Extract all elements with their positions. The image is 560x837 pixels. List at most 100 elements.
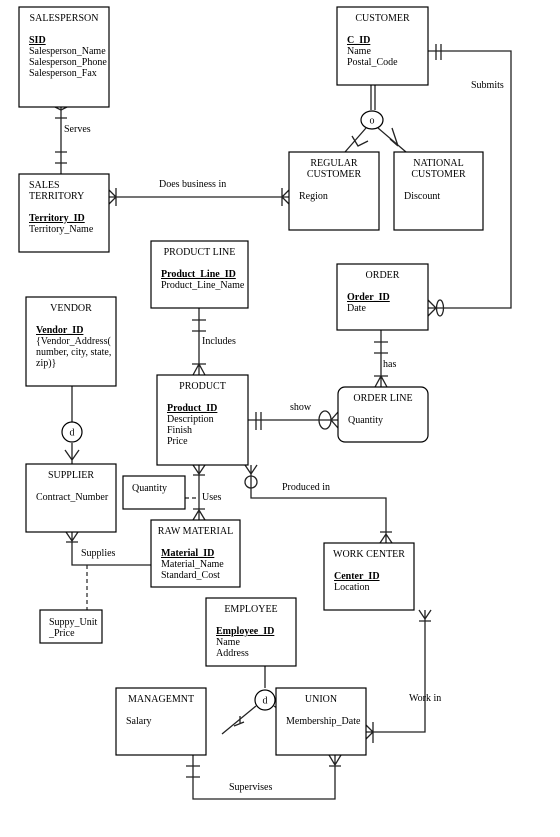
primary-key: Product_ID [167, 403, 217, 414]
relationship-label-uses: Uses [202, 492, 222, 503]
entity-national-customer[interactable]: NATIONALCUSTOMER Discount [393, 151, 484, 231]
relationship-label-has: has [383, 359, 396, 370]
primary-key: Vendor_ID [36, 325, 83, 336]
entity-title: SALESPERSON [30, 13, 99, 24]
attribute: Discount [404, 191, 440, 202]
attribute: _Price [48, 628, 75, 639]
entity-supplier[interactable]: SUPPLIER Contract_Number [25, 463, 117, 533]
primary-key: C_ID [347, 35, 370, 46]
attribute: Salesperson_Name [29, 46, 106, 57]
entity-title: RAW MATERIAL [158, 526, 233, 537]
attribute: Quantity [132, 483, 167, 494]
attribute: Location [334, 582, 370, 593]
entity-title: VENDOR [50, 303, 92, 314]
relationship-label-supervises: Supervises [229, 782, 272, 793]
attribute: {Vendor_Address( [36, 336, 111, 347]
vendor-subtype-symbol: d [61, 421, 83, 443]
attribute: Salesperson_Phone [29, 57, 107, 68]
entity-order-line[interactable]: ORDER LINE Quantity [337, 386, 429, 443]
primary-key: Product_Line_ID [161, 269, 236, 280]
attribute: Name [216, 637, 240, 648]
subtype-letter: d [263, 696, 268, 707]
entity-title: NATIONAL [413, 158, 464, 169]
attribute: Salary [126, 716, 152, 727]
entity-title: WORK CENTER [333, 549, 405, 560]
er-diagram: SALESPERSON SID Salesperson_Name Salesperso… [0, 0, 560, 837]
attribute: Price [167, 436, 188, 447]
entity-title: SUPPLIER [48, 470, 94, 481]
entity-raw-material[interactable]: RAW MATERIAL Material_IDMaterial_NameStan… [150, 519, 241, 588]
entity-title: MANAGEMNT [128, 694, 194, 705]
relationship-label-serves: Serves [64, 124, 91, 135]
er-diagram-canvas: SALESPERSONSIDSalesperson_NameSalesperso… [18, 6, 512, 800]
entity-employee[interactable]: EMPLOYEE Employee_IDNameAddress [205, 597, 297, 667]
attribute: Salesperson_Fax [29, 68, 97, 79]
entity-title: CUSTOMER [355, 13, 410, 24]
entity-title: UNION [305, 694, 337, 705]
entity-order[interactable]: ORDER Order_IDDate [336, 263, 429, 331]
entity-regular-customer[interactable]: REGULARCUSTOMER Region [288, 151, 380, 231]
employee-subtype-symbol: d [254, 689, 276, 711]
entity-product[interactable]: PRODUCT Product_IDDescriptionFinishPrice [156, 374, 249, 466]
attribute: Name [347, 46, 371, 57]
attribute: zip)} [36, 358, 56, 369]
relationship-label-work-in: Work in [409, 693, 441, 704]
relationship-label-show: show [290, 402, 312, 413]
entity-union[interactable]: UNION Membership_Date [275, 687, 367, 756]
relationship-label-includes: Includes [202, 336, 236, 347]
entity-work-center[interactable]: WORK CENTER Center_IDLocation [323, 542, 415, 611]
attribute: Product_Line_Name [161, 280, 245, 291]
subtype-letter: d [70, 428, 75, 439]
attribute: Territory_Name [29, 224, 94, 235]
supplies-price-attribute: Suppy_Unit_Price [39, 609, 103, 644]
entity-title: PRODUCT [179, 381, 226, 392]
entity-product-line[interactable]: PRODUCT LINE Product_Line_IDProduct_Line_… [150, 240, 249, 309]
entity-salesperson[interactable]: SALESPERSONSIDSalesperson_NameSalesperso… [18, 6, 110, 108]
primary-key: Material_ID [161, 548, 214, 559]
subtype-letter: o [370, 116, 375, 127]
entity-title: EMPLOYEE [224, 604, 277, 615]
attribute: Date [347, 303, 366, 314]
primary-key: Center_ID [334, 571, 380, 582]
attribute: Postal_Code [347, 57, 398, 68]
entity-vendor[interactable]: VENDOR Vendor_ID{Vendor_Address(number, c… [25, 296, 117, 387]
uses-quantity-attribute: Quantity [122, 475, 186, 510]
entity-managemnt[interactable]: MANAGEMNT Salary [115, 687, 207, 756]
relationship-label-produced-in: Produced in [282, 482, 330, 493]
attribute: Address [216, 648, 249, 659]
attribute: number, city, state, [36, 347, 111, 358]
primary-key: Order_ID [347, 292, 390, 303]
work-in-line [365, 609, 432, 743]
attribute: Finish [167, 425, 192, 436]
primary-key: Employee_ID [216, 626, 274, 637]
entity-title: CUSTOMER [411, 169, 466, 180]
relationship-label-supplies: Supplies [81, 548, 116, 559]
entity-sales-territory[interactable]: SALESTERRITORY Territory_IDTerritory_Name [18, 173, 110, 253]
relationship-label-submits: Submits [471, 80, 504, 91]
attribute: Description [167, 414, 214, 425]
serves-line [54, 106, 68, 174]
relationship-label-does-business-in: Does business in [159, 179, 226, 190]
entity-customer[interactable]: CUSTOMER C_IDNamePostal_Code [336, 6, 429, 86]
attribute: Membership_Date [286, 716, 361, 727]
primary-key: Territory_ID [29, 213, 85, 224]
attribute: Standard_Cost [161, 570, 220, 581]
entity-title: PRODUCT LINE [164, 247, 236, 258]
does-business-in-line [108, 188, 290, 206]
entity-title: SALES [29, 180, 60, 191]
primary-key: SID [29, 35, 46, 46]
entity-title: TERRITORY [29, 191, 84, 202]
attribute: Quantity [348, 415, 383, 426]
entity-title: REGULAR [310, 158, 358, 169]
show-line [248, 411, 339, 430]
entity-title: ORDER [366, 270, 400, 281]
attribute: Contract_Number [36, 492, 109, 503]
customer-subtype-symbol: o [360, 110, 384, 130]
attribute: Material_Name [161, 559, 224, 570]
attribute: Region [299, 191, 328, 202]
entity-title: CUSTOMER [307, 169, 362, 180]
produced-in-line [244, 464, 393, 544]
entities: SALESPERSONSIDSalesperson_NameSalesperso… [18, 6, 484, 756]
entity-title: ORDER LINE [353, 393, 412, 404]
attribute: Suppy_Unit [49, 617, 98, 628]
